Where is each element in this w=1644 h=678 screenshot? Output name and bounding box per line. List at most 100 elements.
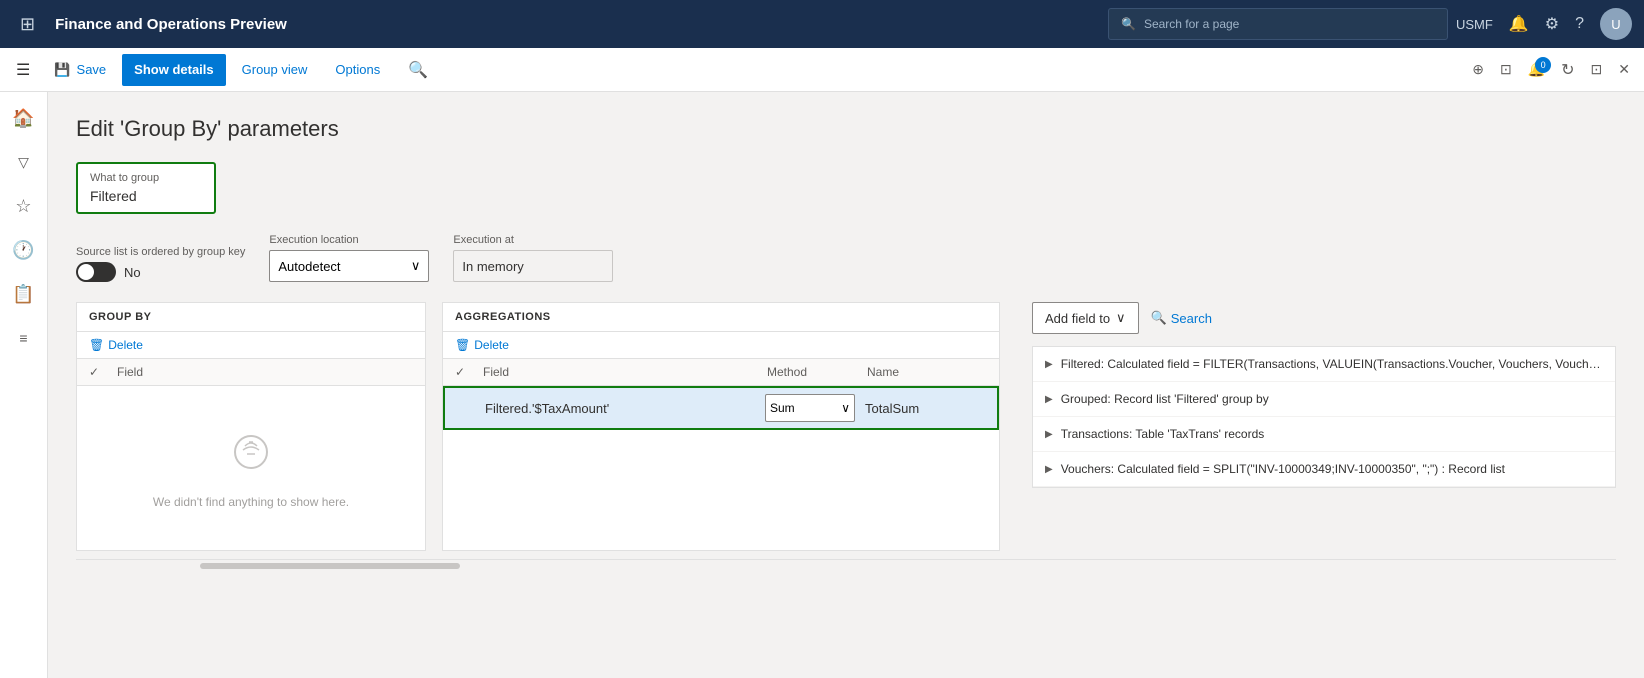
what-to-group-label: What to group xyxy=(90,172,202,184)
search-placeholder: Search for a page xyxy=(1144,17,1239,31)
chevron-down-icon: ∨ xyxy=(411,258,421,274)
group-by-empty-state: We didn't find anything to show here. xyxy=(77,386,425,549)
save-label: Save xyxy=(77,62,107,77)
right-panel-toolbar: Add field to ∨ 🔍 Search xyxy=(1032,302,1616,334)
avatar-initials: U xyxy=(1611,17,1620,32)
group-by-section: GROUP BY 🗑 Delete ✓ Field xyxy=(76,302,426,551)
panel-item-text-0: Filtered: Calculated field = FILTER(Tran… xyxy=(1061,357,1601,371)
form-row: Source list is ordered by group key No E… xyxy=(76,234,1616,282)
agg-check-col: ✓ xyxy=(455,365,483,379)
aggregations-empty-area xyxy=(443,430,999,550)
panel-item-2[interactable]: ▶ Transactions: Table 'TaxTrans' records xyxy=(1033,417,1615,452)
notification-icon[interactable]: 🔔 0 xyxy=(1522,57,1551,82)
group-view-label: Group view xyxy=(242,62,308,77)
open-new-icon[interactable]: ⊡ xyxy=(1494,57,1518,82)
sidebar-item-modules[interactable]: ≡ xyxy=(6,320,42,356)
group-view-button[interactable]: Group view xyxy=(230,54,320,86)
panel-item-text-3: Vouchers: Calculated field = SPLIT("INV-… xyxy=(1061,462,1603,476)
chevron-right-icon-2: ▶ xyxy=(1045,429,1053,440)
chevron-right-icon-1: ▶ xyxy=(1045,394,1053,405)
sidebar-item-filter[interactable]: ▽ xyxy=(6,144,42,180)
search-link[interactable]: 🔍 Search xyxy=(1151,310,1212,326)
hamburger-button[interactable]: ☰ xyxy=(8,54,38,86)
bell-icon[interactable]: 🔔 xyxy=(1509,14,1529,34)
grid-icon[interactable]: ⊞ xyxy=(12,10,43,39)
aggregations-delete-button[interactable]: 🗑 Delete xyxy=(455,338,509,352)
pin-icon[interactable]: ⊕ xyxy=(1466,57,1490,82)
sidebar-item-favorites[interactable]: ☆ xyxy=(6,188,42,224)
horizontal-scrollbar[interactable] xyxy=(76,559,1616,571)
group-by-delete-button[interactable]: 🗑 Delete xyxy=(89,338,143,352)
agg-method-col: Method xyxy=(767,365,867,379)
aggregations-delete-label: Delete xyxy=(474,338,509,352)
aggregations-section: AGGREGATIONS 🗑 Delete ✓ Field Method Nam… xyxy=(442,302,1000,551)
sidebar: 🏠 ▽ ☆ 🕐 📋 ≡ xyxy=(0,92,48,678)
chevron-right-icon-3: ▶ xyxy=(1045,464,1053,475)
execution-location-label: Execution location xyxy=(269,234,429,246)
sidebar-item-workspaces[interactable]: 📋 xyxy=(6,276,42,312)
group-by-check-col: ✓ xyxy=(89,365,117,379)
method-chevron-icon: ∨ xyxy=(841,401,850,415)
execution-at-label: Execution at xyxy=(453,234,613,246)
right-panel-items: ▶ Filtered: Calculated field = FILTER(Tr… xyxy=(1032,346,1616,488)
command-bar: ☰ 💾 Save Show details Group view Options… xyxy=(0,48,1644,92)
panel-item-3[interactable]: ▶ Vouchers: Calculated field = SPLIT("IN… xyxy=(1033,452,1615,487)
aggregations-header: AGGREGATIONS xyxy=(443,303,999,332)
help-icon[interactable]: ? xyxy=(1575,15,1584,33)
right-panel: Add field to ∨ 🔍 Search ▶ Filtered: Calc… xyxy=(1016,302,1616,551)
execution-location-select[interactable]: Autodetect ∨ xyxy=(269,250,429,282)
what-to-group-box[interactable]: What to group Filtered xyxy=(76,162,216,214)
aggregations-table-header: ✓ Field Method Name xyxy=(443,359,999,386)
toggle-value-text: No xyxy=(124,265,141,280)
sidebar-item-home[interactable]: 🏠 xyxy=(6,100,42,136)
top-navigation: ⊞ Finance and Operations Preview 🔍 Searc… xyxy=(0,0,1644,48)
add-field-chevron-icon: ∨ xyxy=(1116,310,1126,326)
agg-name-col: Name xyxy=(867,365,987,379)
panel-item-text-2: Transactions: Table 'TaxTrans' records xyxy=(1061,427,1603,441)
scroll-bar-area[interactable] xyxy=(76,559,1616,571)
execution-location-field: Execution location Autodetect ∨ xyxy=(269,234,429,282)
group-by-header: GROUP BY xyxy=(77,303,425,332)
group-by-table-header: ✓ Field xyxy=(77,359,425,386)
gear-icon[interactable]: ⚙ xyxy=(1545,14,1559,34)
panel-item-0[interactable]: ▶ Filtered: Calculated field = FILTER(Tr… xyxy=(1033,347,1615,382)
toggle-knob xyxy=(78,264,94,280)
method-select[interactable]: Sum ∨ xyxy=(765,394,855,422)
aggregations-row[interactable]: Filtered.'$TaxAmount' Sum ∨ TotalSum xyxy=(443,386,999,430)
source-list-toggle[interactable] xyxy=(76,262,116,282)
what-to-group-value: Filtered xyxy=(90,188,202,204)
add-field-to-button[interactable]: Add field to ∨ xyxy=(1032,302,1139,334)
avatar[interactable]: U xyxy=(1600,8,1632,40)
execution-at-value: In memory xyxy=(453,250,613,282)
global-search[interactable]: 🔍 Search for a page xyxy=(1108,8,1448,40)
method-value: Sum xyxy=(770,401,795,415)
expand-icon[interactable]: ⊡ xyxy=(1585,57,1609,82)
close-icon[interactable]: ✕ xyxy=(1612,57,1636,82)
aggregations-actions: 🗑 Delete xyxy=(443,332,999,359)
panel-item-1[interactable]: ▶ Grouped: Record list 'Filtered' group … xyxy=(1033,382,1615,417)
cmd-search-button[interactable]: 🔍 xyxy=(396,54,440,86)
row-name: TotalSum xyxy=(865,401,985,416)
trash-icon: 🗑 xyxy=(89,338,104,352)
app-layout: 🏠 ▽ ☆ 🕐 📋 ≡ Edit 'Group By' parameters W… xyxy=(0,92,1644,678)
trash-icon-agg: 🗑 xyxy=(455,338,470,352)
row-field: Filtered.'$TaxAmount' xyxy=(485,401,765,416)
options-button[interactable]: Options xyxy=(323,54,392,86)
chevron-right-icon-0: ▶ xyxy=(1045,359,1053,370)
execution-location-value: Autodetect xyxy=(278,259,340,274)
refresh-icon[interactable]: ↻ xyxy=(1555,56,1580,84)
search-link-icon: 🔍 xyxy=(1151,310,1167,326)
panel-item-text-1: Grouped: Record list 'Filtered' group by xyxy=(1061,392,1603,406)
save-button[interactable]: 💾 Save xyxy=(42,54,118,86)
source-list-label: Source list is ordered by group key xyxy=(76,246,245,258)
app-title: Finance and Operations Preview xyxy=(55,16,1100,33)
toggle-row: No xyxy=(76,262,245,282)
page-title: Edit 'Group By' parameters xyxy=(76,116,1616,142)
group-by-delete-label: Delete xyxy=(108,338,143,352)
group-by-field-col: Field xyxy=(117,365,413,379)
show-details-button[interactable]: Show details xyxy=(122,54,225,86)
scroll-thumb[interactable] xyxy=(200,563,460,569)
sidebar-item-recent[interactable]: 🕐 xyxy=(6,232,42,268)
cmd-right-icons: ⊕ ⊡ 🔔 0 ↻ ⊡ ✕ xyxy=(1466,56,1636,84)
row-method[interactable]: Sum ∨ xyxy=(765,394,865,422)
